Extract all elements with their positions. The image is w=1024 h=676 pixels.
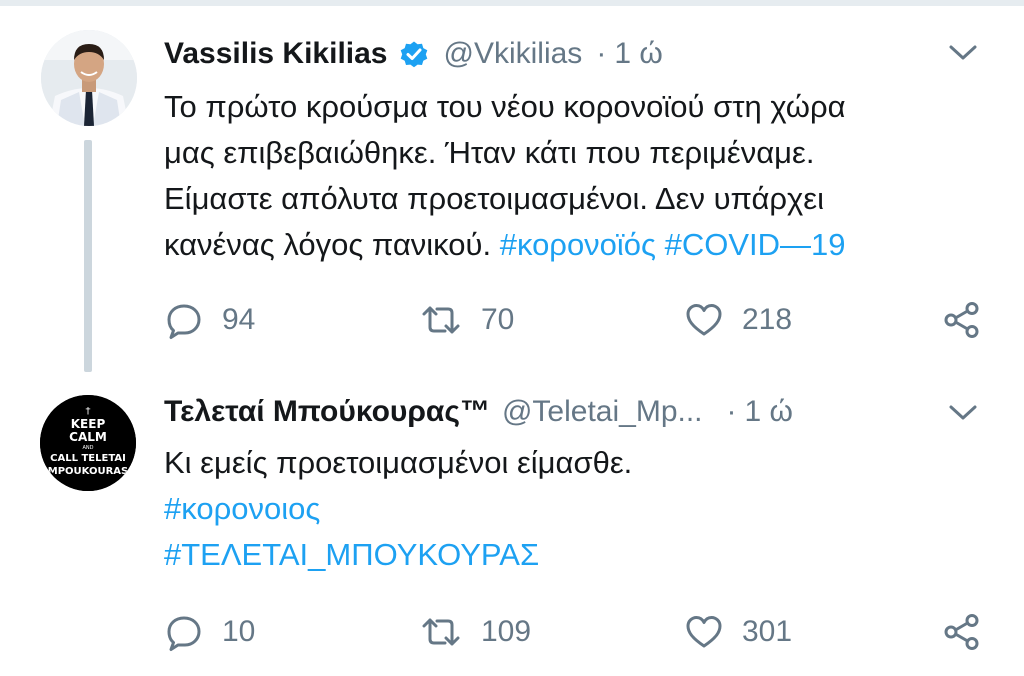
retweet-icon: [422, 306, 460, 334]
chevron-down-icon[interactable]: [948, 403, 978, 423]
reply-button[interactable]: 10: [164, 610, 255, 654]
avatar-text: CALM: [69, 430, 107, 444]
like-count: 218: [742, 303, 793, 336]
avatar-text: AND: [82, 445, 93, 451]
tweet-text-line: μας επιβεβαιώθηκε. Ήταν κάτι που περιμέν…: [164, 135, 815, 170]
hashtag-link[interactable]: #ΤΕΛΕΤΑΙ_ΜΠΟΥΚΟΥΡΑΣ: [164, 532, 994, 578]
tweet[interactable]: Vassilis Kikilias @Vkikilias · 1 ώ Το πρ…: [0, 0, 1024, 380]
reply-icon: [167, 304, 201, 339]
tweet-text-line: Κι εμείς προετοιμασμένοι είμασθε.: [164, 445, 633, 480]
timestamp[interactable]: 1 ώ: [614, 37, 662, 71]
retweet-button[interactable]: 70: [419, 298, 514, 342]
separator-dot: ·: [726, 395, 737, 428]
avatar-text: KEEP: [71, 417, 106, 431]
display-name[interactable]: Vassilis Kikilias: [164, 37, 388, 71]
tweet-actions: 10 109 301: [164, 610, 994, 654]
reply-icon: [167, 616, 201, 651]
retweet-icon: [422, 618, 460, 646]
heart-icon: [686, 616, 722, 648]
share-button[interactable]: [942, 610, 982, 654]
hashtag-link[interactable]: #κορονοιος: [164, 486, 994, 532]
tweet-header: Vassilis Kikilias @Vkikilias · 1 ώ: [164, 30, 984, 78]
retweet-button[interactable]: 109: [419, 610, 531, 654]
reply-count: 10: [222, 615, 256, 648]
avatar[interactable]: † KEEP CALM AND CALL TELETAI ΜPOUKOURAS: [40, 395, 136, 491]
share-icon: [944, 614, 979, 650]
like-button[interactable]: 218: [684, 298, 792, 342]
heart-icon: [686, 304, 722, 336]
avatar[interactable]: [41, 30, 137, 126]
verified-badge-icon: [400, 41, 427, 68]
share-button[interactable]: [942, 298, 982, 342]
display-name[interactable]: Τελεταί Μπούκουρας™: [164, 395, 490, 429]
tweet-actions: 94 70 218: [164, 298, 994, 342]
user-handle[interactable]: @Teletai_Mp...: [502, 395, 703, 429]
retweet-count: 70: [481, 303, 515, 336]
tweet-text: Κι εμείς προετοιμασμένοι είμασθε. #κορον…: [164, 440, 994, 578]
avatar-text: CALL TELETAI: [50, 453, 126, 464]
tweet-text-line: Είμαστε απόλυτα προετοιμασμένοι. Δεν υπά…: [164, 181, 825, 216]
reply-button[interactable]: 94: [164, 298, 255, 342]
tweet-text-line: Το πρώτο κρούσμα του νέου κορονοϊού στη …: [164, 89, 846, 124]
like-button[interactable]: 301: [684, 610, 792, 654]
user-handle[interactable]: @Vkikilias: [444, 37, 583, 71]
tweet-text: Το πρώτο κρούσμα του νέου κορονοϊού στη …: [164, 84, 994, 268]
tweet-text-line: κανένας λόγος πανικού. #κορονοϊός #COVID…: [164, 222, 994, 268]
retweet-count: 109: [481, 615, 532, 648]
avatar-cross: †: [86, 406, 91, 417]
hashtag-link[interactable]: #κορονοϊός: [500, 227, 656, 262]
tweet[interactable]: † KEEP CALM AND CALL TELETAI ΜPOUKOURAS …: [0, 380, 1024, 676]
separator-dot: ·: [596, 37, 607, 70]
reply-count: 94: [222, 303, 256, 336]
avatar-text: ΜPOUKOURAS: [48, 466, 128, 477]
like-count: 301: [742, 615, 793, 648]
chevron-down-icon[interactable]: [948, 43, 978, 63]
keep-calm-logo-icon: † KEEP CALM AND CALL TELETAI ΜPOUKOURAS: [40, 395, 136, 491]
tweet-text-segment: κανένας λόγος πανικού.: [164, 227, 500, 262]
tweet-header: Τελεταί Μπούκουρας™ @Teletai_Mp... · 1 ώ: [164, 388, 984, 436]
timestamp[interactable]: 1 ώ: [745, 395, 793, 429]
hashtag-link[interactable]: #COVID—19: [665, 227, 846, 262]
profile-photo-icon: [41, 30, 137, 126]
share-icon: [944, 302, 979, 338]
